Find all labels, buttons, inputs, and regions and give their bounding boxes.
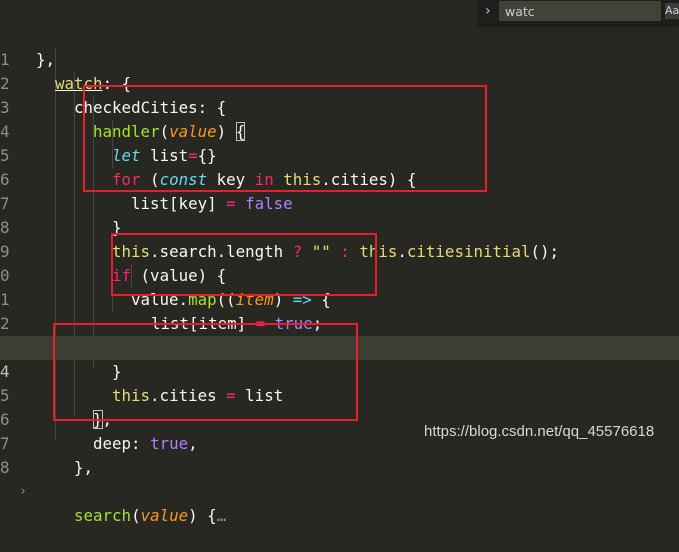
token-parameter: value <box>140 506 189 525</box>
chevron-right-icon[interactable]: › <box>485 1 491 21</box>
token-punctuation: ( <box>131 506 141 525</box>
token-punctuation: ) { <box>188 506 217 525</box>
line-code: search(value) {… <box>74 504 226 528</box>
match-case-toggle[interactable]: Aa <box>665 3 679 19</box>
annotation-box-map-loop <box>111 233 377 296</box>
code-line[interactable]: 8 this.search.length ? "" : this.citiesi… <box>0 192 679 261</box>
folded-ellipsis[interactable]: … <box>217 506 227 525</box>
token-punctuation: }, <box>74 458 94 477</box>
line-number: 8 <box>0 458 10 477</box>
token-function: search <box>74 506 132 525</box>
code-line[interactable]: 2 checkedCities: { <box>0 48 679 117</box>
find-input[interactable]: watc <box>499 1 661 21</box>
annotation-box-list-init <box>83 85 487 192</box>
line-code: }, <box>74 456 93 480</box>
annotation-box-assign-deep <box>53 323 358 421</box>
watermark: https://blog.csdn.net/qq_45576618 <box>424 423 655 440</box>
code-line[interactable]: 1 watch: { <box>0 24 679 93</box>
code-editor[interactable]: }, 1 watch: { 2 checkedCities: { 3 handl… <box>0 0 679 525</box>
fold-chevron-icon[interactable]: › <box>19 480 27 504</box>
find-widget: › watc Aa <box>479 0 679 24</box>
